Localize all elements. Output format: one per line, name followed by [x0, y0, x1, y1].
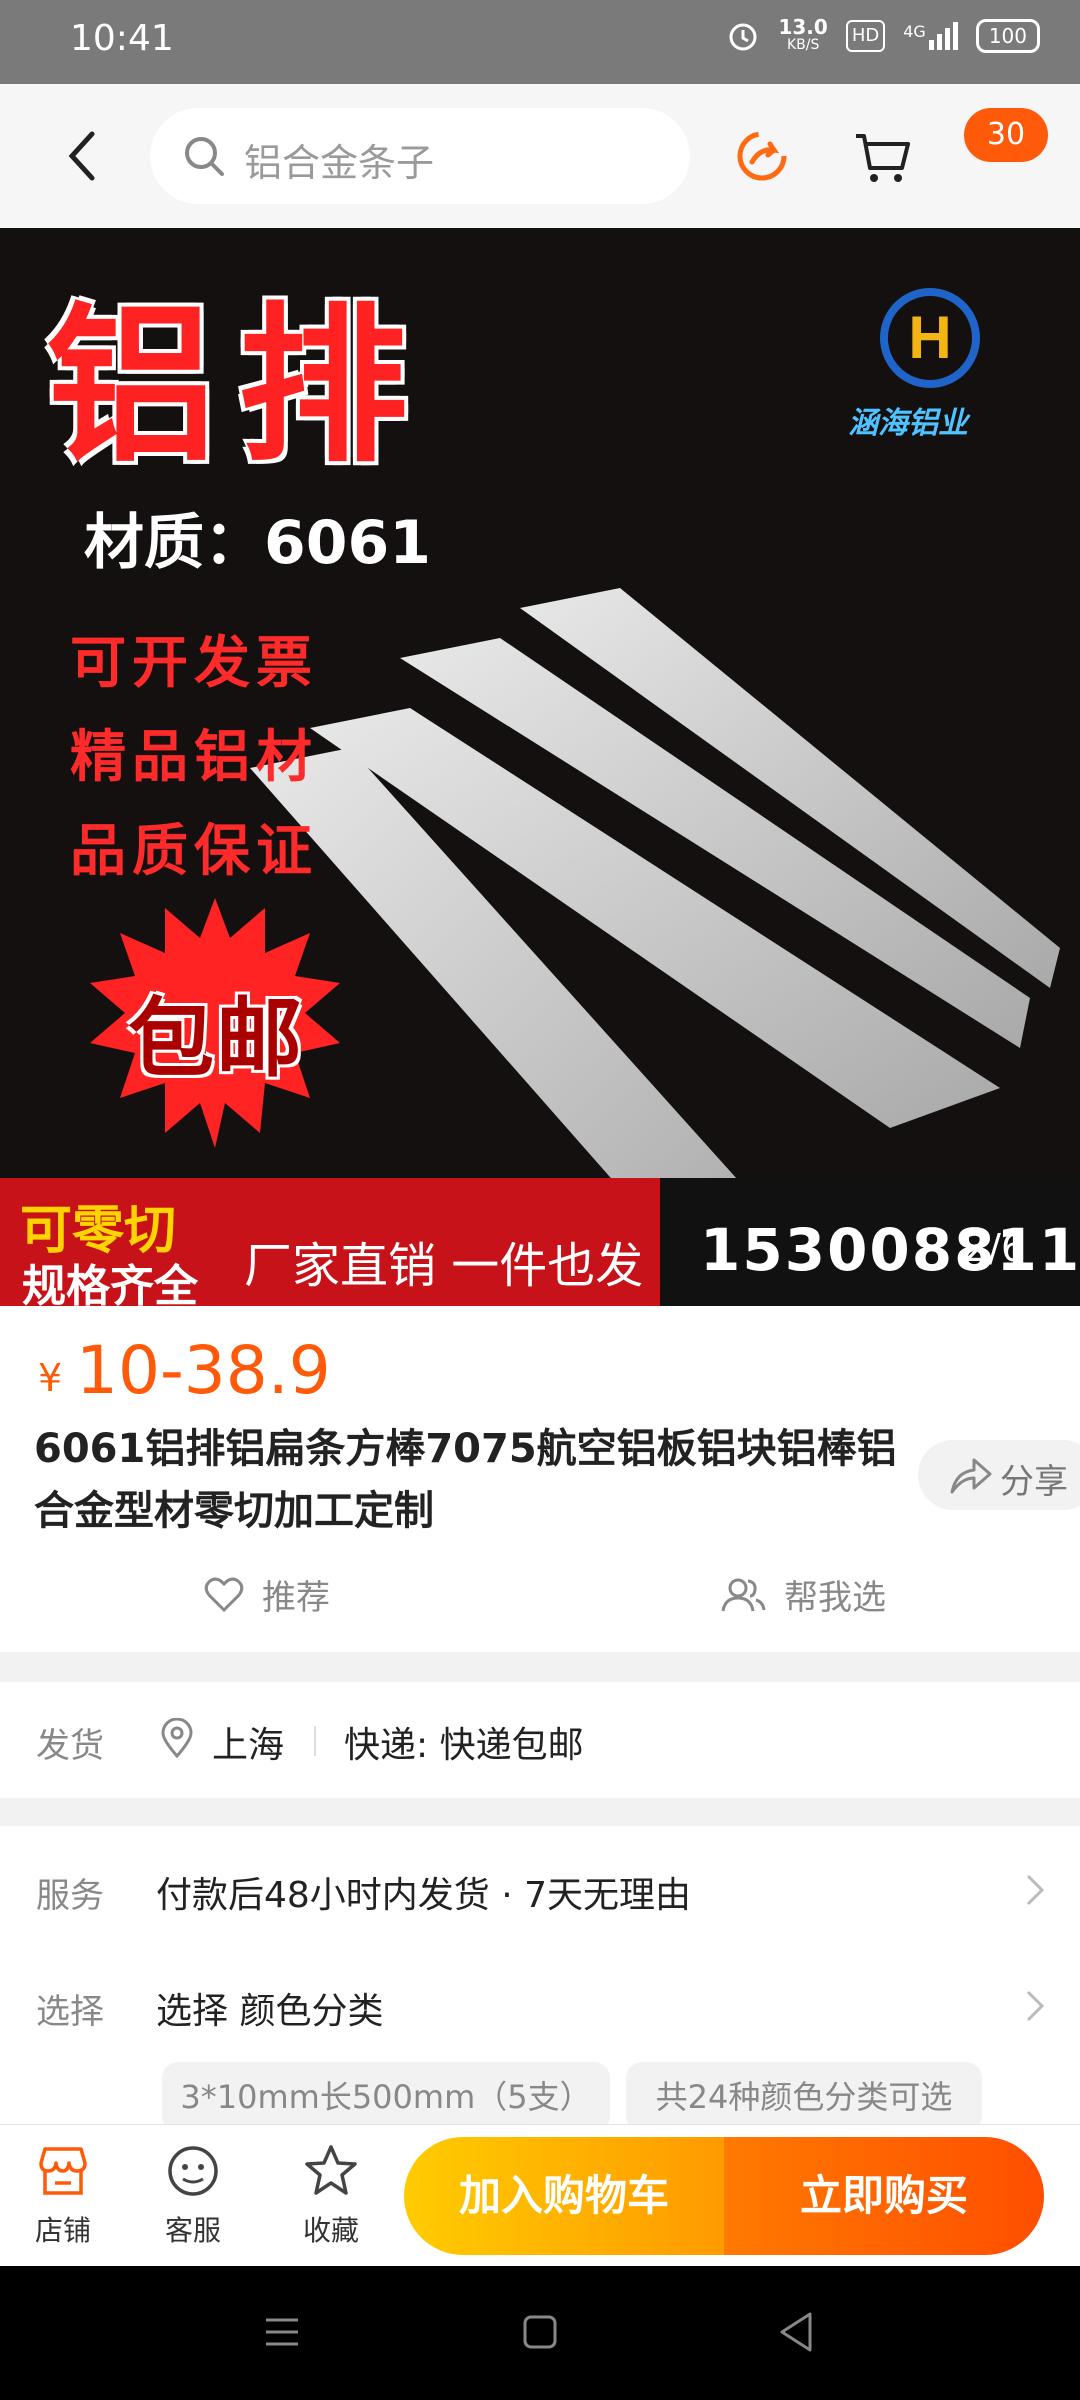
free-shipping-text: 包邮	[128, 989, 304, 1089]
bottom-action-bar: 店铺 客服 收藏 加入购物车 立即购买	[0, 2124, 1080, 2267]
customer-service-label: 客服	[164, 2214, 221, 2247]
buy-now-button[interactable]: 立即购买	[724, 2137, 1044, 2255]
customer-service-tab[interactable]: 客服	[138, 2143, 248, 2249]
status-icons: 13.0 KB/S HD 4G 100	[726, 15, 1040, 54]
menu-icon[interactable]	[262, 2312, 302, 2352]
customer-service-icon	[168, 2146, 218, 2196]
shop-icon	[39, 2147, 87, 2195]
shipping-method: 快递: 快递包邮	[344, 1725, 584, 1766]
status-time: 10:41	[70, 18, 174, 59]
option-chip[interactable]: 共24种颜色分类可选	[626, 2062, 982, 2132]
shipping-origin: 上海	[212, 1725, 285, 1766]
back-icon[interactable]	[54, 124, 114, 188]
shop-label: 店铺	[34, 2214, 91, 2247]
divider	[314, 1726, 316, 1756]
image-material: 材质：6061	[84, 508, 431, 578]
option-chip[interactable]: 3*10mm长500mm（5支）	[162, 2062, 610, 2132]
product-info-card: ¥ 10-38.9 6061铝排铝扁条方棒7075航空铝板铝块铝棒铝合金型材零切…	[0, 1306, 1080, 1652]
svg-text:H: H	[908, 304, 951, 371]
heart-icon	[204, 1577, 244, 1612]
search-input[interactable]: 铝合金条子	[150, 108, 690, 204]
status-bar: 10:41 13.0 KB/S HD 4G 100	[0, 0, 1080, 84]
image-slogan: 精品铝材	[70, 725, 318, 790]
shop-tab[interactable]: 店铺	[8, 2143, 118, 2249]
shipping-row[interactable]: 发货 上海 快递: 快递包邮	[0, 1682, 1080, 1798]
product-title: 6061铝排铝扁条方棒7075航空铝板铝块铝棒铝合金型材零切加工定制	[34, 1426, 897, 1534]
image-title: 铝排	[46, 288, 431, 486]
search-icon	[185, 137, 224, 176]
share-label: 分享	[1000, 1462, 1068, 1502]
home-icon[interactable]	[520, 2312, 560, 2352]
shipping-label: 发货	[36, 1726, 104, 1766]
service-select-card: 服务 付款后48小时内发货 · 7天无理由 选择 选择 颜色分类 3*10mm长…	[0, 1826, 1080, 2132]
star-icon	[305, 2145, 357, 2195]
service-value[interactable]: 付款后48小时内发货 · 7天无理由	[156, 1866, 691, 1918]
share-button[interactable]: 分享	[918, 1440, 1080, 1510]
select-value[interactable]: 选择 颜色分类	[156, 1982, 383, 2034]
system-nav-bar	[0, 2266, 1080, 2400]
chevron-right-icon[interactable]	[1024, 1870, 1048, 1910]
carousel-counter: 2/6	[964, 1226, 1026, 1270]
battery-icon: 100	[975, 19, 1040, 53]
brand-logo-text: 涵海铝业	[848, 406, 968, 441]
price: 10-38.9	[76, 1332, 331, 1409]
alarm-icon	[729, 23, 757, 51]
share-round-icon[interactable]	[730, 124, 794, 188]
image-slogan: 品质保证	[70, 819, 318, 884]
recommend-button[interactable]: 推荐	[204, 1570, 330, 1619]
back-triangle-icon[interactable]	[776, 2310, 816, 2354]
image-slogan: 可开发票	[70, 631, 318, 696]
signal-icon: 4G	[903, 22, 958, 50]
service-label: 服务	[36, 1876, 104, 1916]
product-image-carousel[interactable]: 铝排 材质：6061 可开发票 精品铝材 品质保证 H 涵海铝业 包邮 可零切 …	[0, 228, 1080, 1306]
people-icon	[721, 1578, 766, 1611]
image-spec-label: 规格齐全	[22, 1261, 198, 1306]
favorite-label: 收藏	[302, 2214, 359, 2247]
favorite-tab[interactable]: 收藏	[276, 2143, 386, 2249]
cart-badge: 30	[964, 108, 1048, 162]
hd-badge: HD	[845, 20, 886, 52]
cart-icon[interactable]	[850, 124, 914, 188]
top-nav: 铝合金条子 30	[0, 84, 1080, 228]
net-speed: 13.0 KB/S	[778, 15, 828, 53]
location-icon	[161, 1718, 193, 1758]
price-symbol: ¥	[38, 1356, 63, 1400]
select-label: 选择	[36, 1992, 104, 2032]
help-choose-label: 帮我选	[784, 1578, 886, 1618]
search-placeholder: 铝合金条子	[244, 141, 435, 185]
help-choose-button[interactable]: 帮我选	[720, 1570, 886, 1619]
share-icon	[950, 1458, 992, 1494]
image-direct-label: 厂家直销 一件也发	[244, 1238, 644, 1294]
add-to-cart-button[interactable]: 加入购物车	[404, 2137, 724, 2255]
chevron-right-icon[interactable]	[1024, 1986, 1048, 2026]
recommend-label: 推荐	[262, 1578, 330, 1618]
